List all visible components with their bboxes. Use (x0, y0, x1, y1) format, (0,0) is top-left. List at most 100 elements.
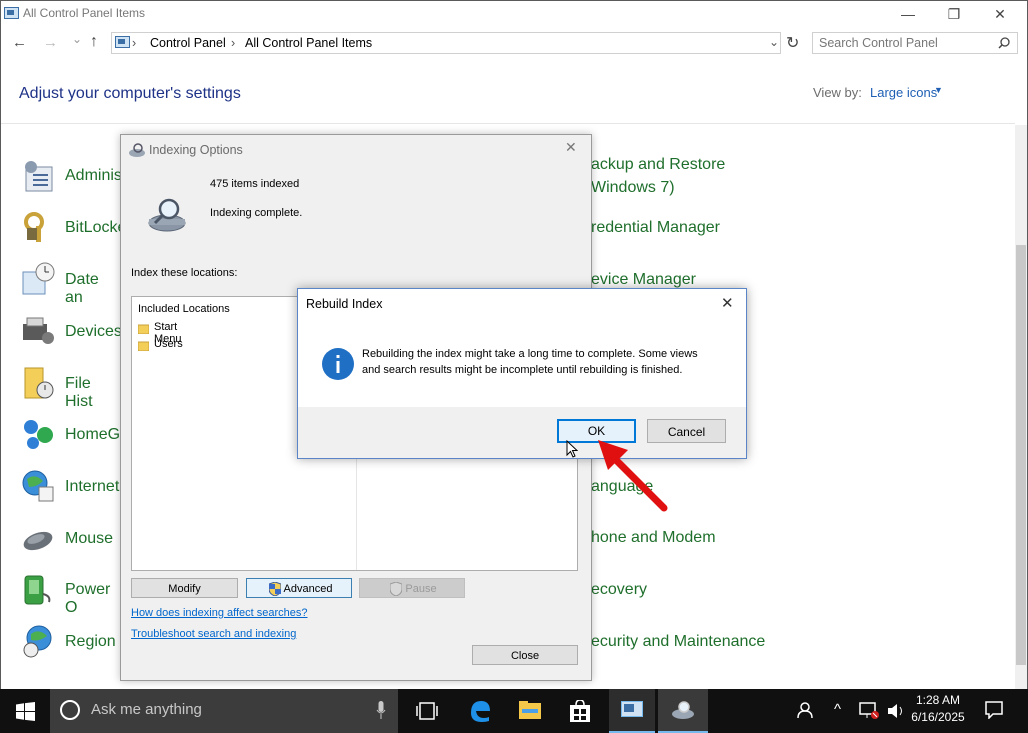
store-icon[interactable] (570, 700, 590, 722)
back-button[interactable]: ← (12, 34, 27, 51)
taskbar-control-panel[interactable] (609, 689, 655, 733)
show-hidden-icons-icon[interactable]: ^ (834, 701, 841, 718)
vertical-scrollbar[interactable] (1015, 125, 1027, 691)
window-title: All Control Panel Items (23, 6, 146, 20)
close-button[interactable]: ✕ (977, 1, 1023, 29)
cp-item-devices-printers[interactable]: Devices (21, 314, 122, 353)
cp-item-label: File Hist (65, 375, 93, 410)
address-dropdown-icon[interactable]: ⌄ (769, 35, 779, 49)
cp-item-phone-modem[interactable]: hone and Modem (591, 529, 716, 547)
taskbar-search[interactable]: Ask me anything (50, 689, 398, 733)
red-arrow-annotation (598, 440, 668, 512)
items-indexed-count: 475 items indexed (210, 178, 300, 190)
breadcrumb-all-items[interactable]: All Control Panel Items (245, 36, 372, 50)
pause-label: Pause (405, 583, 437, 595)
dialog-footer: OK Cancel (298, 407, 746, 458)
rebuild-index-dialog: Rebuild Index ✕ Rebuilding the index mig… (297, 288, 747, 459)
cp-item-backup-restore[interactable]: ackup and Restore (591, 156, 725, 174)
microphone-icon[interactable] (376, 701, 386, 719)
refresh-button[interactable]: ↻ (786, 33, 799, 53)
search-placeholder: Search Control Panel (819, 36, 938, 50)
rebuild-message-line1: Rebuilding the index might take a long t… (362, 348, 698, 360)
scrollbar-thumb[interactable] (1016, 245, 1026, 665)
dialog-title: Indexing Options (149, 143, 243, 157)
shield-icon (269, 582, 281, 596)
shield-icon (390, 582, 402, 596)
network-icon[interactable] (859, 702, 879, 720)
address-bar[interactable]: › Control Panel › All Control Panel Item… (111, 32, 781, 54)
cp-item-internet-options[interactable]: Internet (21, 469, 119, 508)
cp-item-bitlocker[interactable]: BitLocke (21, 210, 126, 249)
indexing-icon (129, 143, 145, 157)
advanced-button[interactable]: Advanced (246, 578, 352, 598)
file-explorer-icon[interactable] (519, 701, 541, 719)
control-panel-icon (4, 7, 19, 19)
cp-item-homegroup[interactable]: HomeG (21, 417, 120, 456)
forward-button[interactable]: → (43, 34, 58, 51)
breadcrumb-control-panel[interactable]: Control Panel (150, 36, 226, 50)
column-header[interactable]: Included Locations (138, 303, 230, 315)
indexing-icon (672, 701, 694, 719)
cp-item-label: Region (65, 633, 116, 650)
cp-item-security-maintenance[interactable]: ecurity and Maintenance (591, 633, 765, 651)
taskbar-indexing-options[interactable] (658, 689, 708, 733)
pause-button[interactable]: Pause (359, 578, 465, 598)
list-item[interactable]: Start Menu (137, 321, 182, 345)
restore-button[interactable]: ❐ (931, 1, 977, 29)
homegroup-icon (24, 420, 53, 449)
control-panel-icon (115, 36, 130, 48)
clock-time: 1:28 AM (915, 693, 961, 707)
date-time-icon (22, 262, 55, 295)
cortana-icon (60, 700, 80, 720)
troubleshoot-link[interactable]: Troubleshoot search and indexing (131, 628, 296, 640)
rebuild-dialog-title: Rebuild Index (306, 297, 383, 311)
bitlocker-icon (24, 212, 44, 242)
mouse-cursor (566, 440, 578, 458)
cp-item-region[interactable]: Region (21, 624, 116, 663)
cp-item-label: Internet (65, 478, 120, 495)
close-dialog-button[interactable]: Close (472, 645, 578, 665)
internet-options-icon (22, 470, 54, 502)
list-item[interactable]: Users (137, 338, 183, 356)
how-indexing-affects-link[interactable]: How does indexing affect searches? (131, 607, 308, 619)
edge-icon[interactable] (469, 699, 491, 723)
region-icon (23, 625, 52, 658)
view-by-dropdown[interactable]: Large icons (870, 85, 937, 100)
administrative-tools-icon (25, 161, 53, 192)
windows-start-icon[interactable] (16, 702, 35, 721)
devices-printers-icon (23, 317, 54, 344)
action-center-icon[interactable] (985, 701, 1003, 719)
cp-item-mouse[interactable]: Mouse (21, 521, 113, 560)
people-icon[interactable] (797, 701, 815, 719)
view-by-label: View by: (813, 85, 862, 100)
modify-button[interactable]: Modify (131, 578, 238, 598)
cp-item-file-history[interactable]: File Hist (21, 366, 93, 410)
cp-item-device-manager[interactable]: evice Manager (591, 271, 696, 289)
cp-item-credential-manager[interactable]: redential Manager (591, 219, 720, 237)
cp-item-administrative-tools[interactable]: Adminis (21, 159, 122, 198)
up-button[interactable]: ↑ (90, 33, 98, 51)
clock-date: 6/16/2025 (911, 710, 965, 724)
cp-item-recovery[interactable]: ecovery (591, 581, 647, 599)
recent-locations-button[interactable]: ⌄ (72, 32, 82, 46)
title-bar: All Control Panel Items — ❐ ✕ (1, 1, 1027, 29)
cp-item-label: Adminis (65, 167, 122, 184)
search-input[interactable]: Search Control Panel (812, 32, 1018, 54)
breadcrumb-sep: › (132, 36, 137, 50)
minimize-button[interactable]: — (885, 1, 931, 29)
task-view-icon[interactable] (416, 701, 438, 721)
cp-item-backup-restore-line2[interactable]: Windows 7) (591, 179, 675, 197)
clock[interactable]: 1:28 AM 6/16/2025 (905, 693, 971, 724)
volume-icon[interactable] (887, 703, 905, 719)
power-options-icon (24, 575, 51, 605)
cp-item-power-options[interactable]: Power O (21, 572, 110, 616)
indexing-status-icon (148, 198, 186, 232)
search-icon[interactable] (998, 37, 1010, 49)
close-icon[interactable]: ✕ (721, 294, 734, 312)
close-icon[interactable]: ✕ (565, 139, 577, 156)
mouse-icon (23, 531, 53, 551)
cp-item-label: Power O (65, 581, 111, 616)
cp-item-date-time[interactable]: Date an (21, 262, 99, 306)
cp-item-label: Date an (65, 271, 99, 306)
file-history-icon (24, 367, 54, 399)
